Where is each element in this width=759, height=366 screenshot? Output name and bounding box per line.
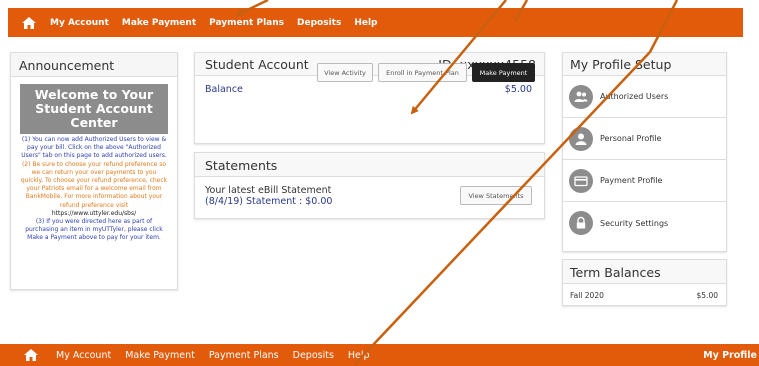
bottom-nav-payment-plans[interactable]: Payment Plans [209, 350, 279, 361]
profile-setup-panel: My Profile Setup Authorized Users Person… [562, 52, 727, 252]
profile-item-label: Authorized Users [600, 92, 669, 101]
users-icon [569, 84, 593, 109]
view-activity-button[interactable]: View Activity [317, 63, 373, 82]
bottom-nav-deposits[interactable]: Deposits [293, 350, 334, 361]
bottom-nav-make-payment[interactable]: Make Payment [125, 350, 195, 361]
announcement-body: (1) You can now add Authorized Users to … [20, 136, 168, 243]
welcome-line-3: Center [70, 115, 118, 130]
term-balances-panel: Term Balances Fall 2020 $5.00 [562, 259, 727, 306]
nav-payment-plans[interactable]: Payment Plans [209, 18, 284, 28]
bottom-nav-bar: My Account Make Payment Payment Plans De… [0, 344, 759, 366]
bottom-nav-help[interactable]: Help [348, 350, 370, 361]
profile-item-personal-profile[interactable]: Personal Profile [563, 118, 726, 160]
student-account-title: Student Account [205, 57, 309, 72]
enroll-payment-plan-button[interactable]: Enroll in Payment Plan [378, 63, 467, 82]
profile-item-label: Personal Profile [600, 134, 662, 143]
term-amount: $5.00 [696, 291, 718, 300]
home-icon[interactable] [24, 349, 38, 361]
announcement-item-1: (1) You can now add Authorized Users to … [21, 136, 167, 160]
refund-link[interactable]: https://www.uttyler.edu/sbs/ [20, 210, 168, 218]
bottom-nav-my-account[interactable]: My Account [56, 350, 111, 361]
credit-card-icon [569, 168, 593, 193]
profile-header: My Profile Setup [563, 53, 726, 76]
person-icon [569, 126, 593, 151]
welcome-line-2: Student Account [35, 101, 153, 116]
make-payment-button[interactable]: Make Payment [472, 63, 535, 82]
nav-help[interactable]: Help [354, 18, 377, 28]
lock-icon [569, 211, 593, 235]
nav-make-payment[interactable]: Make Payment [122, 18, 196, 28]
announcement-item-2: (2) Be sure to choose your refund prefer… [20, 160, 168, 209]
announcement-item-3: (3) If you were directed here as part of… [25, 218, 163, 242]
statements-title: Statements [205, 158, 278, 173]
home-icon[interactable] [22, 16, 36, 29]
welcome-box: Welcome to Your Student Account Center [20, 84, 168, 134]
profile-item-label: Payment Profile [600, 176, 663, 185]
welcome-line-1: Welcome to Your [34, 87, 154, 102]
top-nav-bar: My Account Make Payment Payment Plans De… [8, 8, 743, 37]
bottom-nav-my-profile[interactable]: My Profile [703, 350, 757, 361]
profile-item-authorized-users[interactable]: Authorized Users [563, 76, 726, 118]
term-balances-title: Term Balances [570, 265, 661, 280]
profile-title: My Profile Setup [570, 57, 672, 72]
profile-item-security-settings[interactable]: Security Settings [563, 202, 726, 244]
nav-deposits[interactable]: Deposits [297, 18, 341, 28]
announcement-title: Announcement [11, 53, 177, 77]
term-balances-header: Term Balances [563, 260, 726, 284]
view-statements-button[interactable]: View Statements [460, 186, 532, 205]
nav-my-account[interactable]: My Account [50, 18, 109, 28]
latest-statement-label: Your latest eBill Statement [205, 185, 332, 196]
balance-label: Balance [205, 84, 243, 95]
term-name: Fall 2020 [570, 291, 604, 300]
statements-header: Statements [195, 153, 544, 177]
account-actions: View Activity Enroll in Payment Plan Mak… [317, 63, 535, 82]
announcement-panel: Announcement Welcome to Your Student Acc… [10, 52, 178, 290]
profile-item-label: Security Settings [600, 218, 669, 228]
profile-item-payment-profile[interactable]: Payment Profile [563, 160, 726, 202]
balance-value: $5.00 [504, 84, 532, 95]
statements-panel: Statements Your latest eBill Statement (… [194, 152, 545, 219]
term-balance-row: Fall 2020 $5.00 [570, 291, 718, 300]
statement-line: (8/4/19) Statement : $0.00 [205, 196, 333, 207]
